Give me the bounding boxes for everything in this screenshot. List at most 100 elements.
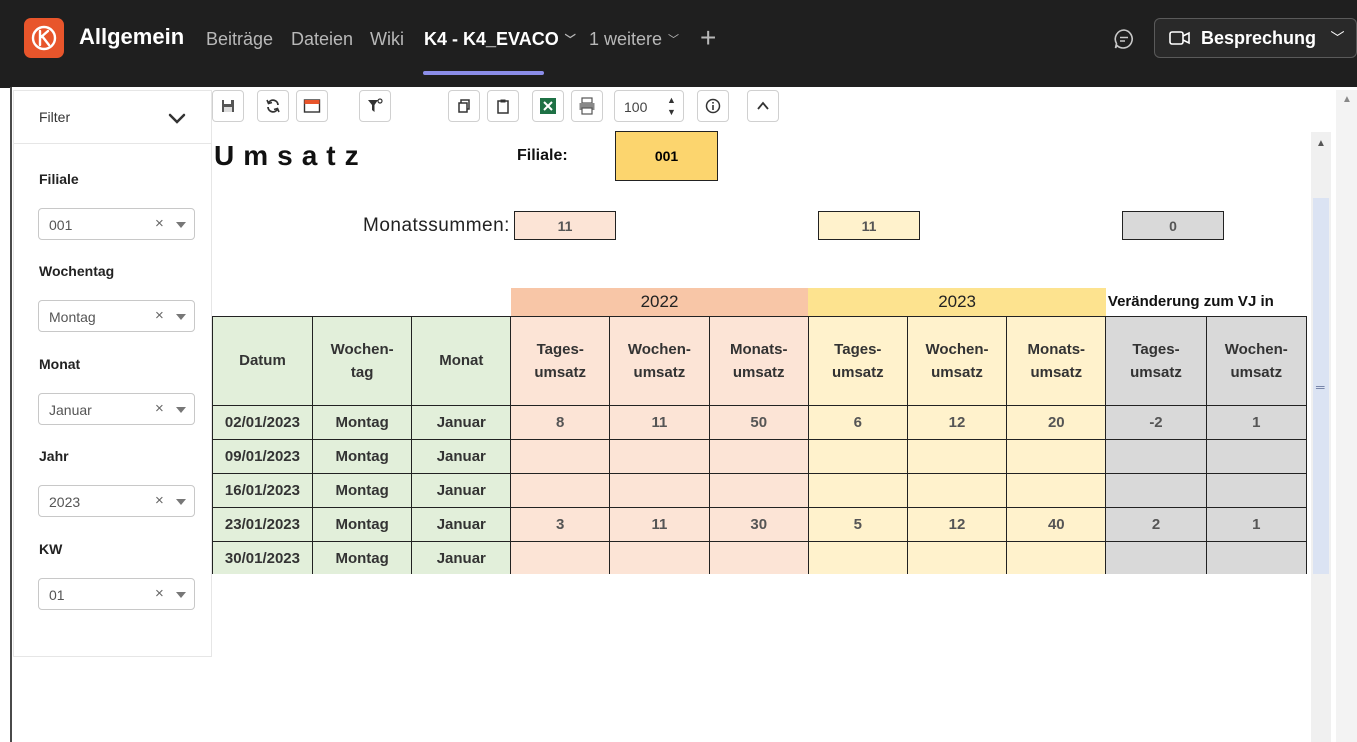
cell-monatsumsatz-2023[interactable]: 40 — [1006, 506, 1107, 542]
monat-select[interactable]: Januar × — [38, 393, 195, 425]
chat-icon[interactable] — [1112, 27, 1136, 51]
dropdown-arrow-icon[interactable] — [176, 222, 186, 228]
cell-tagesumsatz-vj[interactable] — [1105, 438, 1207, 474]
meeting-button[interactable]: Besprechung — [1154, 18, 1320, 58]
cell-wochenumsatz-2023[interactable] — [906, 438, 1008, 474]
clear-icon[interactable]: × — [155, 400, 164, 417]
cell-wochenumsatz-2022[interactable] — [609, 540, 710, 574]
meeting-dropdown-button[interactable]: ﹀ — [1319, 18, 1357, 58]
cell-wochenumsatz-2022[interactable]: 11 — [609, 404, 710, 440]
collapse-button[interactable] — [747, 90, 779, 122]
clear-icon[interactable]: × — [155, 307, 164, 324]
dropdown-arrow-icon[interactable] — [176, 407, 186, 413]
cell-monat[interactable]: Januar — [411, 506, 512, 542]
cell-wochenumsatz-vj[interactable] — [1205, 472, 1307, 508]
cell-tagesumsatz-2022[interactable] — [510, 438, 611, 474]
dropdown-arrow-icon[interactable] — [176, 499, 186, 505]
scrollbar-thumb[interactable]: ═ — [1313, 198, 1329, 574]
filiale-value-cell[interactable]: 001 — [615, 131, 718, 181]
cell-wochenumsatz-2023[interactable] — [906, 472, 1008, 508]
zoom-up-icon[interactable]: ▲ — [667, 95, 676, 105]
cell-monat[interactable]: Januar — [411, 404, 512, 440]
cell-wochenumsatz-2023[interactable]: 12 — [906, 506, 1008, 542]
cell-wochenumsatz-vj[interactable] — [1205, 540, 1307, 574]
cell-wochenumsatz-2023[interactable]: 12 — [906, 404, 1008, 440]
wochentag-select[interactable]: Montag × — [38, 300, 195, 332]
monatssumme-2022[interactable]: 11 — [514, 211, 616, 240]
add-tab-button[interactable]: + — [700, 22, 716, 54]
clear-icon[interactable]: × — [155, 215, 164, 232]
cell-tagesumsatz-2022[interactable]: 8 — [510, 404, 611, 440]
cell-monatsumsatz-2023[interactable] — [1006, 438, 1107, 474]
cell-monatsumsatz-2022[interactable] — [708, 472, 809, 508]
scroll-up-icon[interactable]: ▲ — [1316, 138, 1326, 149]
cell-wochenumsatz-vj[interactable]: 1 — [1205, 404, 1307, 440]
cell-wochentag[interactable]: Montag — [311, 506, 413, 542]
tab-dateien[interactable]: Dateien — [291, 29, 353, 50]
save-button[interactable] — [212, 90, 244, 122]
chevron-down-icon[interactable] — [166, 107, 188, 129]
cell-wochenumsatz-2022[interactable] — [609, 472, 710, 508]
cell-tagesumsatz-2022[interactable]: 3 — [510, 506, 611, 542]
cell-monatsumsatz-2022[interactable] — [708, 438, 809, 474]
cell-wochenumsatz-2022[interactable]: 11 — [609, 506, 710, 542]
cell-tagesumsatz-vj[interactable] — [1105, 540, 1207, 574]
cell-monatsumsatz-2023[interactable] — [1006, 472, 1107, 508]
clear-icon[interactable]: × — [155, 492, 164, 509]
dropdown-arrow-icon[interactable] — [176, 592, 186, 598]
cell-wochenumsatz-vj[interactable] — [1205, 438, 1307, 474]
export-excel-button[interactable] — [532, 90, 564, 122]
jahr-select[interactable]: 2023 × — [38, 485, 195, 517]
paste-button[interactable] — [487, 90, 519, 122]
cell-monatsumsatz-2023[interactable]: 20 — [1006, 404, 1107, 440]
cell-monatsumsatz-2022[interactable]: 50 — [708, 404, 809, 440]
filter-settings-button[interactable] — [359, 90, 391, 122]
cell-monat[interactable]: Januar — [411, 540, 512, 574]
cell-wochenumsatz-2022[interactable] — [609, 438, 710, 474]
tab-more[interactable]: 1 weitere ﹀ — [589, 29, 679, 50]
cell-monatsumsatz-2022[interactable]: 30 — [708, 506, 809, 542]
cell-tagesumsatz-2023[interactable] — [807, 540, 908, 574]
cell-monat[interactable]: Januar — [411, 438, 512, 474]
cell-tagesumsatz-2023[interactable] — [807, 438, 908, 474]
cell-datum[interactable]: 09/01/2023 — [212, 438, 313, 474]
scroll-up-icon[interactable]: ▲ — [1342, 94, 1352, 105]
cell-tagesumsatz-2023[interactable]: 6 — [807, 404, 908, 440]
zoom-down-icon[interactable]: ▼ — [667, 107, 676, 117]
filter-header[interactable]: Filter — [14, 91, 211, 144]
page-vertical-scrollbar[interactable]: ▲ — [1336, 90, 1357, 742]
cell-monatsumsatz-2023[interactable] — [1006, 540, 1107, 574]
cell-wochentag[interactable]: Montag — [311, 472, 413, 508]
info-button[interactable] — [697, 90, 729, 122]
cell-datum[interactable]: 02/01/2023 — [212, 404, 313, 440]
sheet-vertical-scrollbar[interactable]: ▲ ═ — [1311, 132, 1331, 742]
monatssumme-2023[interactable]: 11 — [818, 211, 920, 240]
cell-datum[interactable]: 16/01/2023 — [212, 472, 313, 508]
cell-monat[interactable]: Januar — [411, 472, 512, 508]
cell-monatsumsatz-2022[interactable] — [708, 540, 809, 574]
cell-tagesumsatz-vj[interactable]: 2 — [1105, 506, 1207, 542]
cell-tagesumsatz-2023[interactable]: 5 — [807, 506, 908, 542]
cell-datum[interactable]: 23/01/2023 — [212, 506, 313, 542]
cell-tagesumsatz-vj[interactable] — [1105, 472, 1207, 508]
tab-wiki[interactable]: Wiki — [370, 29, 404, 50]
kw-select[interactable]: 01 × — [38, 578, 195, 610]
tab-k4-evaco[interactable]: K4 - K4_EVACO ﹀ — [424, 29, 576, 50]
print-pdf-button[interactable] — [571, 90, 603, 122]
window-button[interactable] — [296, 90, 328, 122]
tab-beitraege[interactable]: Beiträge — [206, 29, 273, 50]
cell-datum[interactable]: 30/01/2023 — [212, 540, 313, 574]
cell-tagesumsatz-2023[interactable] — [807, 472, 908, 508]
cell-wochentag[interactable]: Montag — [311, 404, 413, 440]
copy-button[interactable] — [448, 90, 480, 122]
zoom-stepper[interactable]: 100 ▲ ▼ — [614, 90, 684, 122]
dropdown-arrow-icon[interactable] — [176, 314, 186, 320]
cell-wochentag[interactable]: Montag — [311, 438, 413, 474]
cell-tagesumsatz-vj[interactable]: -2 — [1105, 404, 1207, 440]
filiale-select[interactable]: 001 × — [38, 208, 195, 240]
monatssumme-vj[interactable]: 0 — [1122, 211, 1224, 240]
cell-wochentag[interactable]: Montag — [311, 540, 413, 574]
refresh-button[interactable] — [257, 90, 289, 122]
cell-wochenumsatz-vj[interactable]: 1 — [1205, 506, 1307, 542]
cell-wochenumsatz-2023[interactable] — [906, 540, 1008, 574]
